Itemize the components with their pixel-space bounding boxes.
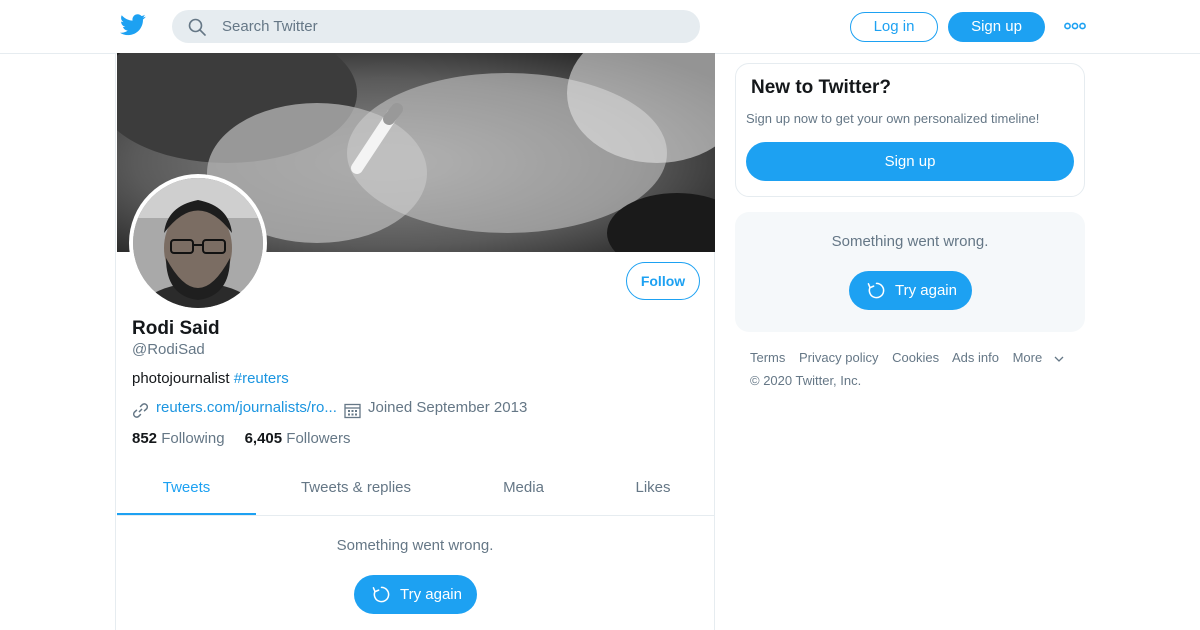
following-label: Following [161,430,225,447]
search-box[interactable] [172,10,700,43]
link-icon [132,403,149,418]
profile-name: Rodi Said [132,318,220,339]
profile-tabs: Tweets Tweets & replies Media Likes [117,466,715,516]
footer-link-more: More [1012,350,1043,365]
avatar[interactable] [129,174,267,312]
followers-link[interactable]: 6,405 Followers [245,430,351,447]
tab-media[interactable]: Media [456,466,591,515]
profile-handle: @RodiSad [132,341,205,358]
login-button[interactable]: Log in [850,12,938,42]
footer-links: Terms Privacy policy Cookies Ads info Mo… [750,350,1074,365]
footer-more-menu[interactable]: More [1013,350,1065,365]
sidebar-error-message: Something went wrong. [831,233,989,250]
footer-link-ads-info[interactable]: Ads info [952,350,999,365]
refresh-icon [372,586,390,603]
joined-date: Joined September 2013 [368,399,528,416]
profile-stats: 852 Following 6,405 Followers [132,430,350,447]
footer-link-terms[interactable]: Terms [750,350,785,365]
twitter-bird-icon[interactable] [120,14,146,36]
sidebar-signup-button[interactable]: Sign up [746,142,1074,181]
profile-column: Follow Rodi Said @RodiSad photojournalis… [115,53,715,630]
copyright: © 2020 Twitter, Inc. [750,373,862,388]
footer: Terms Privacy policy Cookies Ads info Mo… [750,350,1074,388]
tab-tweets-replies[interactable]: Tweets & replies [256,466,456,515]
timeline-try-again-button[interactable]: Try again [354,575,477,614]
following-count: 852 [132,430,158,447]
tab-tweets[interactable]: Tweets [117,466,256,515]
more-dots-icon[interactable] [1064,20,1086,32]
search-input[interactable] [222,10,682,43]
try-again-label: Try again [895,282,957,299]
timeline-error-message: Something went wrong. [336,537,494,554]
calendar-icon [344,403,361,419]
sidebar-try-again-button[interactable]: Try again [849,271,972,310]
follow-button[interactable]: Follow [626,262,700,300]
tab-likes[interactable]: Likes [591,466,715,515]
profile-website-link[interactable]: reuters.com/journalists/ro... [156,399,337,416]
search-icon [188,18,206,36]
following-link[interactable]: 852 Following [132,430,225,447]
avatar-image [133,178,263,308]
footer-link-privacy[interactable]: Privacy policy [799,350,878,365]
new-to-twitter-title: New to Twitter? [751,77,892,98]
new-to-twitter-card: New to Twitter? Sign up now to get your … [735,63,1085,197]
followers-label: Followers [286,430,351,447]
new-to-twitter-subtitle: Sign up now to get your own personalized… [746,111,1040,126]
bio-hashtag-link[interactable]: #reuters [234,370,289,387]
sidebar-error-card: Something went wrong. Try again [735,212,1085,332]
signup-button[interactable]: Sign up [948,12,1045,42]
bio-text: photojournalist [132,370,234,387]
footer-link-cookies[interactable]: Cookies [892,350,939,365]
followers-count: 6,405 [244,430,283,447]
profile-bio: photojournalist #reuters [132,370,289,387]
refresh-icon [867,282,885,299]
top-bar: Log in Sign up [0,0,1200,54]
chevron-down-icon [1054,356,1064,362]
try-again-label: Try again [400,586,462,603]
